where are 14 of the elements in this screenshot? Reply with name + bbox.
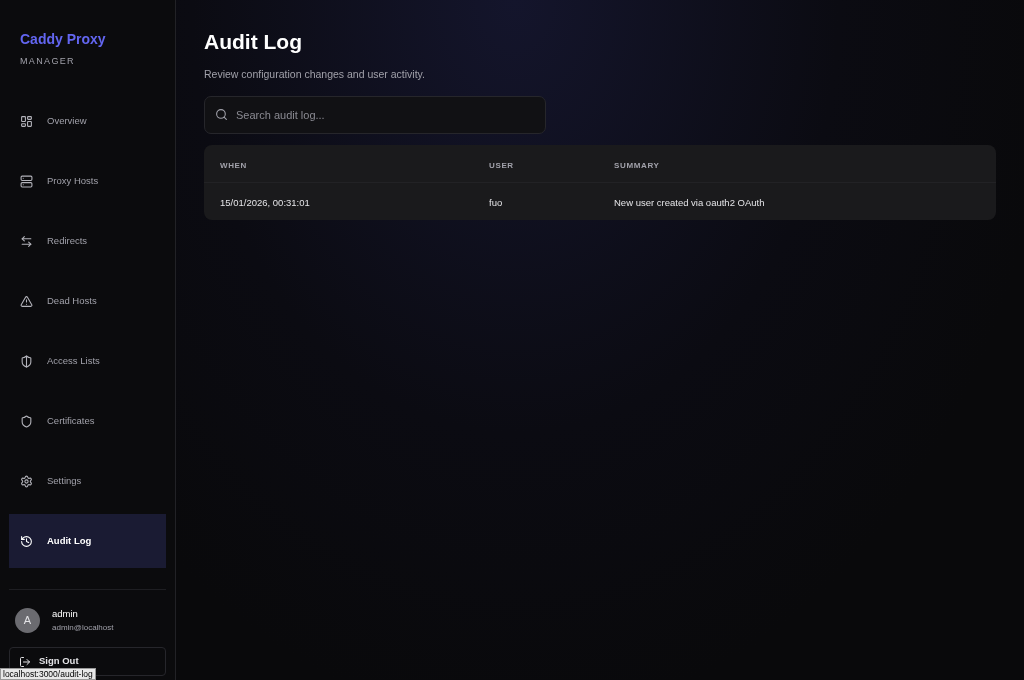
user-name: admin [52,607,79,621]
table-cell: 15/01/2026, 00:31:01 [220,197,310,209]
user-email: admin@localhost [52,622,114,634]
table-cell: fuo [489,197,503,209]
url-tooltip: localhost:3000/audit-log [0,668,96,680]
table-cell: New user created via oauth2 OAuth [614,197,765,209]
page-subtitle: Review configuration changes and user activity. [204,67,426,82]
brand-subtitle: MANAGER [20,55,76,67]
column-header: WHEN [220,161,247,171]
brand-title: Caddy Proxy [20,30,107,49]
column-header: USER [489,161,514,171]
avatar: A [15,607,40,633]
column-header: SUMMARY [614,161,660,171]
page-title: Audit Log [204,29,303,55]
